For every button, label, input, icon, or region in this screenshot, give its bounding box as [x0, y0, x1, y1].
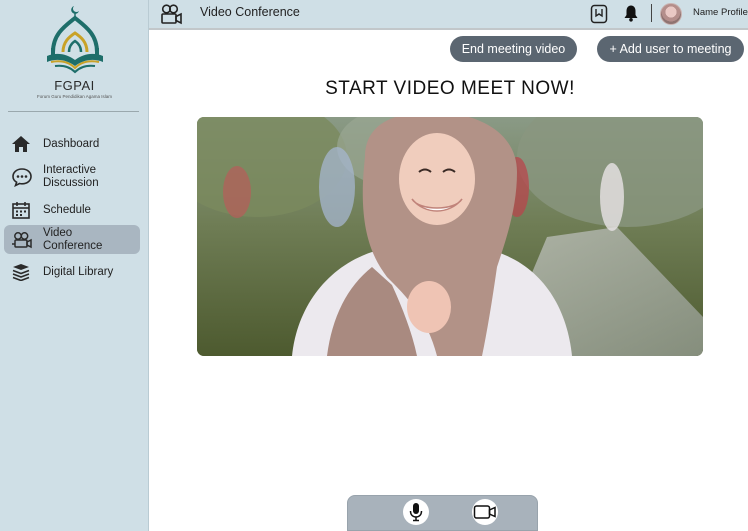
avatar[interactable]: [660, 3, 682, 25]
sidebar-item-interactive-discussion[interactable]: Interactive Discussion: [4, 158, 140, 195]
sidebar-item-schedule[interactable]: Schedule: [4, 195, 140, 225]
books-icon: [11, 261, 35, 283]
bookmark-icon[interactable]: [590, 4, 608, 29]
chat-icon: [11, 166, 35, 188]
sidebar-item-label: Interactive Discussion: [43, 163, 99, 189]
brand-name: FGPAI: [54, 78, 95, 93]
microphone-button[interactable]: [403, 499, 429, 525]
camera-button[interactable]: [472, 499, 498, 525]
bell-icon[interactable]: [623, 4, 639, 27]
sidebar-item-video-conference[interactable]: Video Conference: [4, 225, 140, 254]
sidebar-item-label: Schedule: [43, 203, 91, 216]
call-controls-bar: [347, 495, 538, 531]
sidebar-item-label: Dashboard: [43, 137, 100, 150]
video-camera-icon: [11, 229, 35, 251]
video-camera-icon: [159, 3, 183, 30]
sidebar-item-label: Video Conference: [43, 226, 103, 252]
divider: [651, 4, 652, 22]
home-icon: [11, 133, 35, 155]
add-user-button[interactable]: + Add user to meeting: [597, 36, 744, 62]
calendar-icon: [11, 199, 35, 221]
microphone-icon: [409, 503, 423, 522]
mosque-book-logo: [46, 6, 103, 74]
brand-logo[interactable]: FGPAI Forum Guru Pendidikan Agama Islam: [0, 4, 149, 99]
sidebar-item-dashboard[interactable]: Dashboard: [4, 130, 140, 158]
brand-subtitle: Forum Guru Pendidikan Agama Islam: [36, 94, 113, 99]
video-frame-image: [197, 117, 703, 356]
page-title: Video Conference: [200, 5, 300, 19]
video-feed: [197, 117, 703, 356]
page-heading: START VIDEO MEET NOW!: [325, 78, 575, 99]
sidebar-item-digital-library[interactable]: Digital Library: [4, 258, 140, 286]
top-bar: Video Conference Name Profile: [149, 0, 748, 30]
camera-icon: [473, 505, 496, 519]
sidebar: FGPAI Forum Guru Pendidikan Agama Islam …: [0, 0, 149, 531]
profile-name[interactable]: Name Profile: [693, 7, 748, 18]
divider: [8, 111, 139, 112]
sidebar-item-label: Digital Library: [43, 265, 114, 278]
end-meeting-button[interactable]: End meeting video: [450, 36, 577, 62]
sidebar-nav: Dashboard Interactive Discussion Schedul…: [4, 130, 140, 286]
